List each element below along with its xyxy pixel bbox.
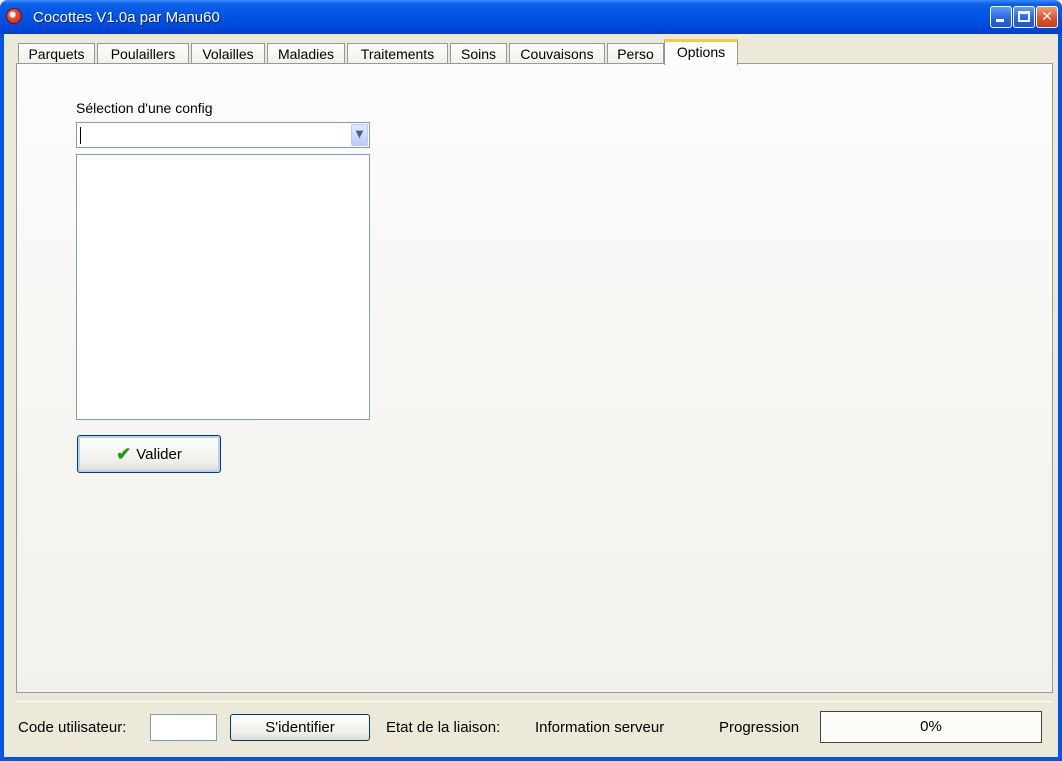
tab-label: Maladies — [277, 46, 335, 62]
minimize-button[interactable] — [990, 6, 1012, 28]
tab-poulaillers[interactable]: Poulaillers — [97, 43, 189, 64]
close-icon: ✕ — [1041, 9, 1053, 25]
tab-label: Options — [676, 44, 726, 60]
config-select-label: Sélection d'une config — [76, 100, 213, 116]
tab-traitements[interactable]: Traitements — [347, 43, 448, 64]
tab-volailles[interactable]: Volailles — [191, 43, 265, 64]
tab-options[interactable]: Options — [664, 39, 738, 65]
tab-label: Poulaillers — [110, 46, 176, 62]
link-state-label: Etat de la liaison: — [386, 719, 501, 736]
tab-soins[interactable]: Soins — [450, 43, 507, 64]
window-title: Cocottes V1.0a par Manu60 — [33, 9, 220, 26]
progress-bar: 0% — [820, 711, 1042, 743]
app-window: Cocottes V1.0a par Manu60 ✕ Parquets Pou… — [0, 0, 1062, 761]
client-area: Parquets Poulaillers Volailles Maladies … — [4, 34, 1058, 757]
tab-label: Parquets — [28, 46, 85, 62]
progress-label: Progression — [719, 719, 800, 736]
tab-label: Couvaisons — [520, 46, 594, 62]
tab-parquets[interactable]: Parquets — [18, 43, 95, 64]
config-combobox[interactable]: ▼ — [76, 122, 370, 148]
status-bar: Code utilisateur: S'identifier Etat de l… — [16, 701, 1053, 747]
tab-label: Soins — [460, 46, 497, 62]
server-info-label: Information serveur — [535, 719, 665, 736]
tab-label: Traitements — [360, 46, 435, 62]
tab-label: Perso — [617, 46, 654, 62]
config-listbox[interactable] — [76, 154, 370, 420]
title-bar[interactable]: Cocottes V1.0a par Manu60 ✕ — [0, 0, 1062, 34]
maximize-button[interactable] — [1013, 6, 1035, 28]
validate-button-label: Valider — [136, 445, 182, 463]
tab-label: Volailles — [202, 46, 254, 62]
app-icon[interactable] — [6, 8, 22, 24]
tab-couvaisons[interactable]: Couvaisons — [509, 43, 605, 64]
progress-text: 0% — [920, 718, 942, 735]
options-panel: Sélection d'une config ▼ ✔ Valider — [16, 63, 1053, 693]
user-code-input[interactable] — [150, 714, 217, 741]
checkmark-icon: ✔ — [116, 444, 132, 464]
chevron-down-icon[interactable]: ▼ — [351, 124, 368, 146]
user-code-label: Code utilisateur: — [18, 719, 127, 736]
validate-button[interactable]: ✔ Valider — [77, 435, 221, 473]
login-button[interactable]: S'identifier — [230, 714, 370, 741]
maximize-icon — [1018, 11, 1030, 22]
text-caret — [80, 127, 81, 144]
tab-perso[interactable]: Perso — [607, 43, 664, 64]
close-button[interactable]: ✕ — [1036, 6, 1058, 28]
tab-maladies[interactable]: Maladies — [267, 43, 345, 64]
minimize-icon — [996, 19, 1004, 22]
